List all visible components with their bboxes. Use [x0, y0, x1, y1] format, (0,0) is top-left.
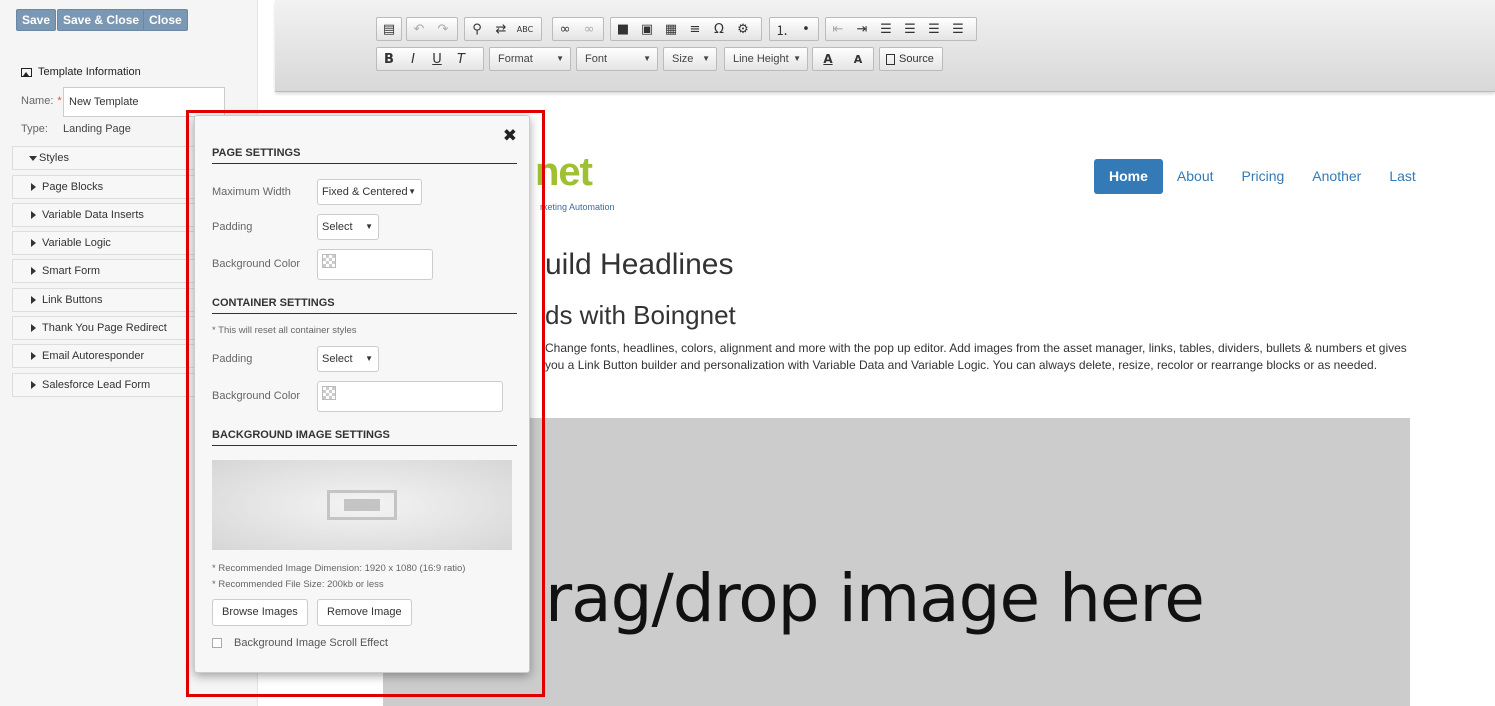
underline-button[interactable]: U [425, 48, 449, 70]
required-marker: * [57, 95, 62, 107]
justify-icon[interactable]: ☰ [946, 18, 970, 40]
size-dropdown[interactable]: Size ▼ [663, 47, 717, 71]
undo-icon[interactable]: ↶ [407, 18, 431, 40]
indent-icon[interactable]: ⇥ [850, 18, 874, 40]
caret-right-icon [31, 267, 36, 275]
nav-home[interactable]: Home [1094, 159, 1163, 194]
align-left-icon[interactable]: ☰ [874, 18, 898, 40]
align-right-icon[interactable]: ☰ [922, 18, 946, 40]
site-navigation: Home About Pricing Another Last [1094, 159, 1430, 194]
caret-right-icon [31, 381, 36, 389]
remove-format-button[interactable]: T [449, 48, 473, 70]
horizontal-line-icon[interactable]: ≡ [683, 18, 707, 40]
indent-align-group: ⇤ ⇥ ☰ ☰ ☰ ☰ [825, 17, 977, 41]
gear-icon[interactable]: ⚙ [731, 18, 755, 40]
template-information-title: Template Information [38, 66, 141, 78]
sidebar-item-label: Link Buttons [42, 294, 103, 306]
image-icon[interactable]: ▣ [635, 18, 659, 40]
link-group: ∞ ∞ [552, 17, 604, 41]
format-dropdown-label: Format [498, 53, 533, 65]
headline-primary[interactable]: uild Headlines [545, 248, 733, 282]
italic-button[interactable]: I [401, 48, 425, 70]
body-paragraph[interactable]: Change fonts, headlines, colors, alignme… [545, 340, 1415, 374]
headline-secondary[interactable]: ds with Boingnet [545, 300, 736, 331]
video-icon[interactable]: ■ [611, 18, 635, 40]
sidebar-item-label: Variable Logic [42, 237, 111, 249]
caret-down-icon [29, 155, 37, 161]
text-style-group: B I U T [376, 47, 484, 71]
redo-icon[interactable]: ↷ [431, 18, 455, 40]
color-group: A A [812, 47, 874, 71]
table-icon[interactable]: ▦ [659, 18, 683, 40]
caret-right-icon [31, 239, 36, 247]
caret-right-icon [31, 211, 36, 219]
sidebar-item-label: Email Autoresponder [42, 350, 145, 362]
numbered-list-icon[interactable]: ⒈ [770, 18, 794, 40]
name-label: Name: * [21, 95, 62, 107]
bullet-list-icon[interactable]: • [794, 18, 818, 40]
sidebar-item-label: Smart Form [42, 265, 101, 277]
unlink-icon[interactable]: ∞ [577, 18, 601, 40]
type-value: Landing Page [63, 123, 131, 135]
caret-right-icon [31, 183, 36, 191]
format-dropdown[interactable]: Format ▼ [489, 47, 571, 71]
font-dropdown-label: Font [585, 53, 608, 65]
editor-toolbar: ▤ ↶ ↷ ⚲ ⇄ ABC ∞ ∞ ■ ▣ ▦ ≡ Ω ⚙ ⒈ • ⇤ ⇥ ☰ … [275, 0, 1495, 92]
align-center-icon[interactable]: ☰ [898, 18, 922, 40]
line-height-dropdown-label: Line Height [733, 53, 789, 65]
dropdown-arrow-icon: ▼ [643, 54, 651, 63]
insert-group: ■ ▣ ▦ ≡ Ω ⚙ [610, 17, 762, 41]
spellcheck-icon[interactable]: ABC [513, 18, 537, 40]
outdent-icon[interactable]: ⇤ [826, 18, 850, 40]
source-label: Source [899, 53, 934, 65]
nav-another[interactable]: Another [1298, 159, 1375, 194]
background-color-button[interactable]: A [843, 48, 873, 70]
brand-tagline: rketing Automation [540, 202, 615, 212]
line-height-dropdown[interactable]: Line Height ▼ [724, 47, 808, 71]
type-label: Type: [21, 123, 48, 135]
sidebar-item-label: Styles [39, 152, 69, 164]
bold-button[interactable]: B [377, 48, 401, 70]
highlight-box [186, 110, 545, 697]
sidebar-item-label: Thank You Page Redirect [42, 322, 167, 334]
sidebar-item-label: Page Blocks [42, 181, 104, 193]
clipboard-group: ▤ [376, 17, 402, 41]
undo-redo-group: ↶ ↷ [406, 17, 458, 41]
nav-last[interactable]: Last [1375, 159, 1429, 194]
find-icon[interactable]: ⚲ [465, 18, 489, 40]
nav-pricing[interactable]: Pricing [1228, 159, 1299, 194]
link-icon[interactable]: ∞ [553, 18, 577, 40]
nav-about[interactable]: About [1163, 159, 1228, 194]
source-icon [886, 53, 895, 65]
list-group: ⒈ • [769, 17, 819, 41]
source-button[interactable]: Source [879, 47, 943, 71]
name-label-text: Name: [21, 95, 54, 107]
sidebar-item-label: Salesforce Lead Form [42, 379, 151, 391]
caret-right-icon [31, 296, 36, 304]
save-close-button[interactable]: Save & Close [57, 9, 146, 31]
dropdown-arrow-icon: ▼ [702, 54, 710, 63]
replace-icon[interactable]: ⇄ [489, 18, 513, 40]
caret-right-icon [31, 352, 36, 360]
drop-zone-text: rag/drop image here [545, 560, 1205, 637]
caret-right-icon [31, 324, 36, 332]
template-information-header: Template Information [21, 66, 141, 78]
text-color-button[interactable]: A [813, 48, 843, 70]
font-dropdown[interactable]: Font ▼ [576, 47, 658, 71]
size-dropdown-label: Size [672, 53, 694, 65]
dropdown-arrow-icon: ▼ [793, 54, 801, 63]
close-button[interactable]: Close [143, 9, 188, 31]
dropdown-arrow-icon: ▼ [556, 54, 564, 63]
save-button[interactable]: Save [16, 9, 57, 31]
special-char-icon[interactable]: Ω [707, 18, 731, 40]
picture-icon [21, 67, 32, 77]
paste-icon[interactable]: ▤ [377, 18, 401, 40]
find-group: ⚲ ⇄ ABC [464, 17, 542, 41]
sidebar-item-label: Variable Data Inserts [42, 209, 144, 221]
